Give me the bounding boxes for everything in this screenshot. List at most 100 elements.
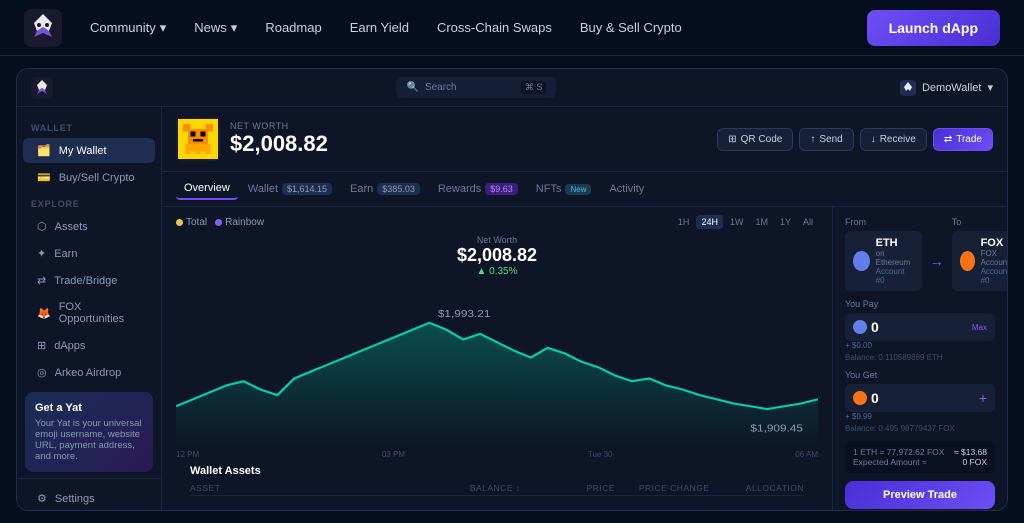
trade-panel: From ETH on Ethereum Account #0: [832, 207, 1007, 510]
sidebar-item-fox-opp[interactable]: 🦊 FOX Opportunities: [23, 295, 155, 331]
wallet-icon: [900, 80, 916, 96]
chart-timeframes: 1H 24H 1W 1M 1Y All: [673, 215, 818, 229]
chart-controls: Total Rainbow 1H 24H: [176, 215, 818, 229]
tab-wallet[interactable]: Wallet $1,614.15: [240, 179, 340, 199]
main-content: 🔍 Search ⌘ S DemoWallet ▾ WALLET: [0, 56, 1024, 523]
get-balance: Balance: 0.495 98779437 FOX: [845, 424, 995, 433]
wallet-name: DemoWallet: [922, 82, 982, 94]
wallet-dropdown-icon: ▾: [987, 81, 993, 94]
trade-icon: ⇄: [37, 274, 46, 287]
from-asset[interactable]: ETH on Ethereum Account #0: [845, 231, 922, 291]
to-asset-info: FOX FOX Accounts Account #0: [981, 237, 1007, 285]
rate-row: 1 ETH = 77,972.62 FOX ≈ $13.68: [853, 447, 987, 457]
rainbow-toggle[interactable]: Rainbow: [215, 217, 264, 228]
sidebar-item-settings[interactable]: ⚙ Settings: [23, 486, 155, 510]
wallet-info: Net Worth $2,008.82: [230, 121, 717, 157]
nav-earn-yield[interactable]: Earn Yield: [350, 20, 409, 35]
earn-icon: ✦: [37, 247, 46, 260]
total-toggle[interactable]: Total: [176, 217, 207, 228]
chart-change: ▲ 0.35%: [176, 266, 818, 277]
sidebar-item-buy-sell[interactable]: 💳 Buy/Sell Crypto: [23, 165, 155, 190]
expected-row: Expected Amount ≈ 0 FOX: [853, 457, 987, 467]
net-worth-label: Net Worth: [230, 121, 717, 131]
sidebar-promo[interactable]: Get a Yat Your Yat is your universal emo…: [25, 392, 153, 472]
nav-news[interactable]: News ▾: [194, 20, 237, 36]
trade-summary: 1 ETH = 77,972.62 FOX ≈ $13.68 Expected …: [845, 441, 995, 473]
get-value: 0: [853, 390, 879, 406]
sidebar-item-earn[interactable]: ✦ Earn: [23, 241, 155, 266]
from-asset-info: ETH on Ethereum Account #0: [876, 237, 914, 285]
qr-code-button[interactable]: ⊞ QR Code: [717, 128, 793, 151]
send-button[interactable]: ↑ Send: [799, 128, 853, 151]
app-search-bar[interactable]: 🔍 Search ⌘ S: [396, 77, 556, 98]
max-button[interactable]: Max: [972, 323, 987, 332]
receive-button[interactable]: ↓ Receive: [860, 128, 927, 151]
wallet-tab-badge: $1,614.15: [282, 183, 332, 195]
tf-1y[interactable]: 1Y: [775, 215, 796, 229]
launch-dapp-button[interactable]: Launch dApp: [867, 10, 1000, 46]
fox-icon: [960, 251, 975, 271]
you-pay-section: You Pay 0 Max + $0.00 Balance: 0.1105: [845, 299, 995, 362]
app-topbar: 🔍 Search ⌘ S DemoWallet ▾: [17, 69, 1007, 107]
promo-title: Get a Yat: [35, 402, 143, 414]
sidebar-item-assets[interactable]: ⬡ Assets: [23, 214, 155, 239]
trade-button[interactable]: ⇄ Trade: [933, 128, 993, 151]
app-fox-logo: [31, 77, 53, 99]
pay-value: 0: [853, 319, 879, 335]
assets-icon: ⬡: [37, 220, 47, 233]
chart-container: $1,993.21 $1,909.45: [176, 281, 818, 448]
sidebar-item-my-wallet[interactable]: 🗂️ My Wallet: [23, 138, 155, 163]
price-chart: $1,993.21 $1,909.45: [176, 281, 818, 448]
app-inner: 🔍 Search ⌘ S DemoWallet ▾ WALLET: [17, 69, 1007, 510]
tab-earn[interactable]: Earn $385.03: [342, 179, 428, 199]
nav-buy-sell-crypto[interactable]: Buy & Sell Crypto: [580, 20, 682, 35]
assets-title: Wallet Assets: [190, 465, 804, 477]
receive-icon: ↓: [871, 134, 876, 145]
tab-rewards[interactable]: Rewards $9.63: [430, 179, 526, 199]
navbar: Community ▾ News ▾ Roadmap Earn Yield Cr…: [0, 0, 1024, 56]
chart-toggles: Total Rainbow: [176, 217, 264, 228]
buy-sell-icon: 💳: [37, 171, 51, 184]
svg-text:$1,909.45: $1,909.45: [750, 423, 803, 434]
sidebar-bottom: ⚙ Settings 💬 Join Discord 📤 Submit Feedb…: [17, 478, 161, 510]
wallet-actions: ⊞ QR Code ↑ Send ↓ Receive: [717, 128, 993, 151]
pay-eth-icon: [853, 320, 867, 334]
chart-left: Total Rainbow 1H 24H: [162, 207, 832, 510]
sidebar-item-trade-bridge[interactable]: ⇄ Trade/Bridge: [23, 268, 155, 293]
pay-balance: Balance: 0.110589889 ETH: [845, 353, 995, 362]
fox-logo[interactable]: [24, 9, 62, 47]
tab-overview[interactable]: Overview: [176, 178, 238, 200]
eth-icon: [853, 251, 870, 271]
add-icon[interactable]: +: [979, 390, 987, 406]
to-col: To FOX FOX Accounts Account #0: [952, 217, 1007, 291]
arkeo-icon: ◎: [37, 366, 47, 379]
navbar-left: Community ▾ News ▾ Roadmap Earn Yield Cr…: [24, 9, 682, 47]
sidebar: WALLET 🗂️ My Wallet 💳 Buy/Sell Crypto EX…: [17, 107, 162, 510]
wallet-badge[interactable]: DemoWallet ▾: [900, 80, 993, 96]
explore-section-label: EXPLORE: [17, 191, 161, 213]
you-get-input[interactable]: 0 +: [845, 384, 995, 412]
nav-cross-chain-swaps[interactable]: Cross-Chain Swaps: [437, 20, 552, 35]
sidebar-item-dapps[interactable]: ⊞ dApps: [23, 333, 155, 358]
chevron-down-icon: ▾: [160, 20, 167, 36]
nav-roadmap[interactable]: Roadmap: [265, 20, 321, 35]
wallet-icon: 🗂️: [37, 144, 51, 157]
tf-1w[interactable]: 1W: [725, 215, 749, 229]
tf-24h[interactable]: 24H: [696, 215, 723, 229]
chart-area: Total Rainbow 1H 24H: [162, 207, 1007, 510]
tf-1m[interactable]: 1M: [750, 215, 773, 229]
sidebar-item-arkeo[interactable]: ◎ Arkeo Airdrop: [23, 360, 155, 385]
nav-community[interactable]: Community ▾: [90, 20, 166, 36]
you-get-section: You Get 0 + + $0.99 Balance: 0.495 98: [845, 370, 995, 433]
trade-icon: ⇄: [944, 134, 952, 145]
earn-tab-badge: $385.03: [377, 183, 420, 195]
tab-nfts[interactable]: NFTs New: [528, 179, 600, 199]
chevron-down-icon: ▾: [231, 20, 238, 36]
you-pay-input[interactable]: 0 Max: [845, 313, 995, 341]
tf-1h[interactable]: 1H: [673, 215, 695, 229]
tab-activity[interactable]: Activity: [601, 179, 652, 199]
to-asset[interactable]: FOX FOX Accounts Account #0: [952, 231, 1007, 291]
tf-all[interactable]: All: [798, 215, 818, 229]
promo-text: Your Yat is your universal emoji usernam…: [35, 418, 143, 462]
preview-trade-button[interactable]: Preview Trade: [845, 481, 995, 509]
